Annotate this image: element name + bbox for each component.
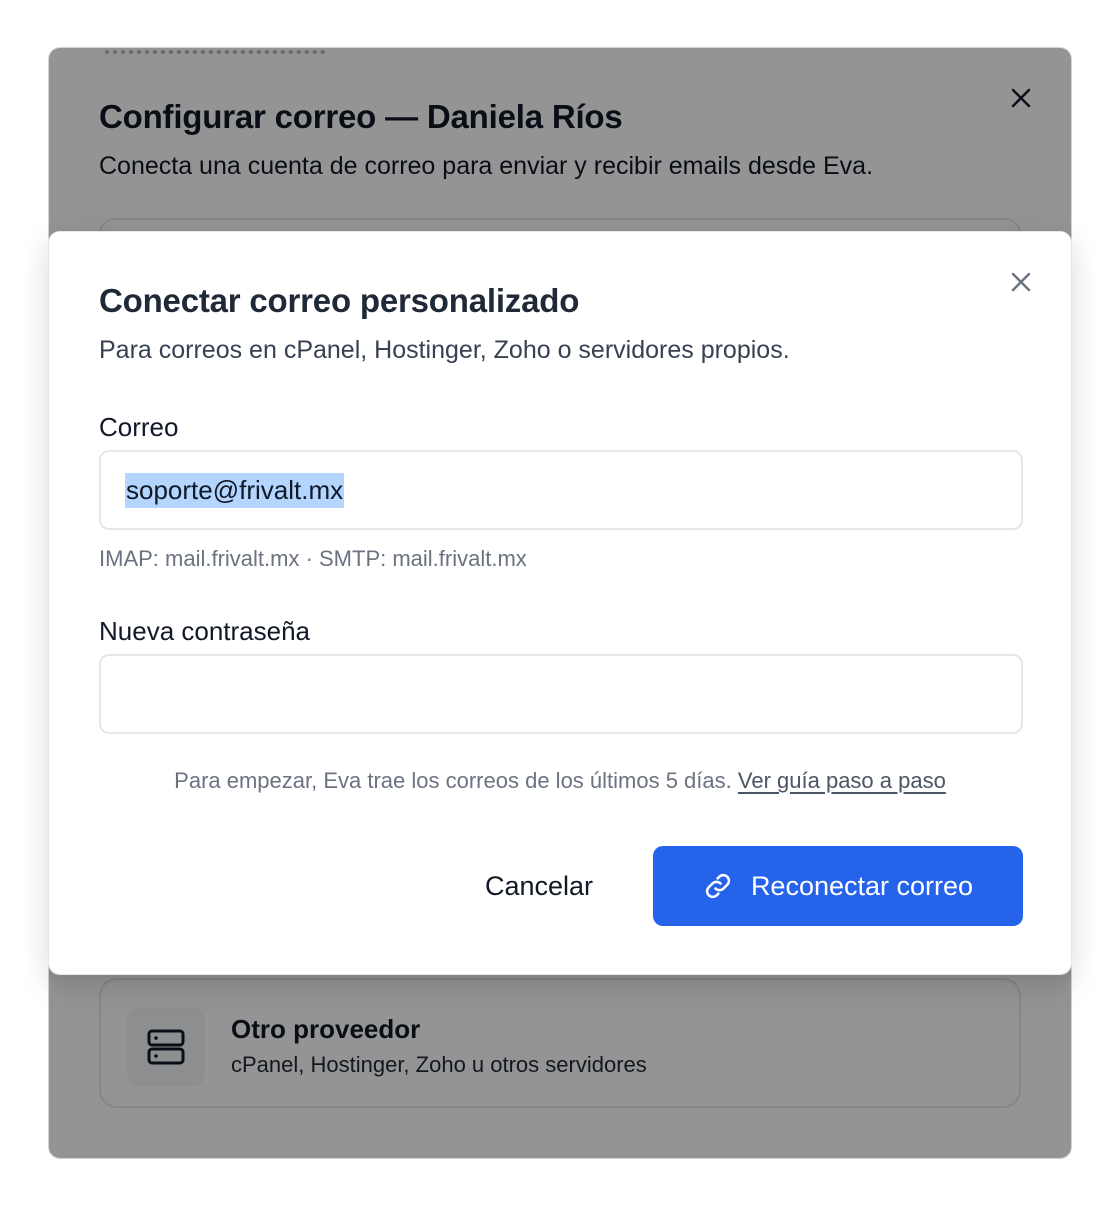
email-value: soporte@frivalt.mx: [125, 472, 345, 508]
info-text: Para empezar, Eva trae los correos de lo…: [49, 768, 1071, 794]
server-hint: IMAP: mail.frivalt.mx · SMTP: mail.friva…: [99, 546, 527, 571]
password-field[interactable]: [99, 654, 1023, 734]
link-icon: [705, 873, 731, 899]
email-label: Correo: [99, 412, 179, 442]
dialog-title: Conectar correo personalizado: [99, 282, 580, 319]
guide-link[interactable]: Ver guía paso a paso: [738, 768, 946, 793]
custom-email-dialog: Conectar correo personalizado Para corre…: [48, 231, 1072, 975]
info-message: Para empezar, Eva trae los correos de lo…: [174, 768, 732, 793]
close-icon[interactable]: [1007, 268, 1035, 296]
cancel-button[interactable]: Cancelar: [459, 846, 619, 926]
password-label: Nueva contraseña: [99, 616, 311, 646]
email-field[interactable]: soporte@frivalt.mx: [99, 450, 1023, 530]
reconnect-button[interactable]: Reconectar correo: [653, 846, 1023, 926]
reconnect-label: Reconectar correo: [750, 870, 974, 901]
dialog-subtitle: Para correos en cPanel, Hostinger, Zoho …: [99, 336, 790, 364]
app-stage: Configurar correo — Daniela Ríos Conecta…: [0, 0, 1120, 1206]
